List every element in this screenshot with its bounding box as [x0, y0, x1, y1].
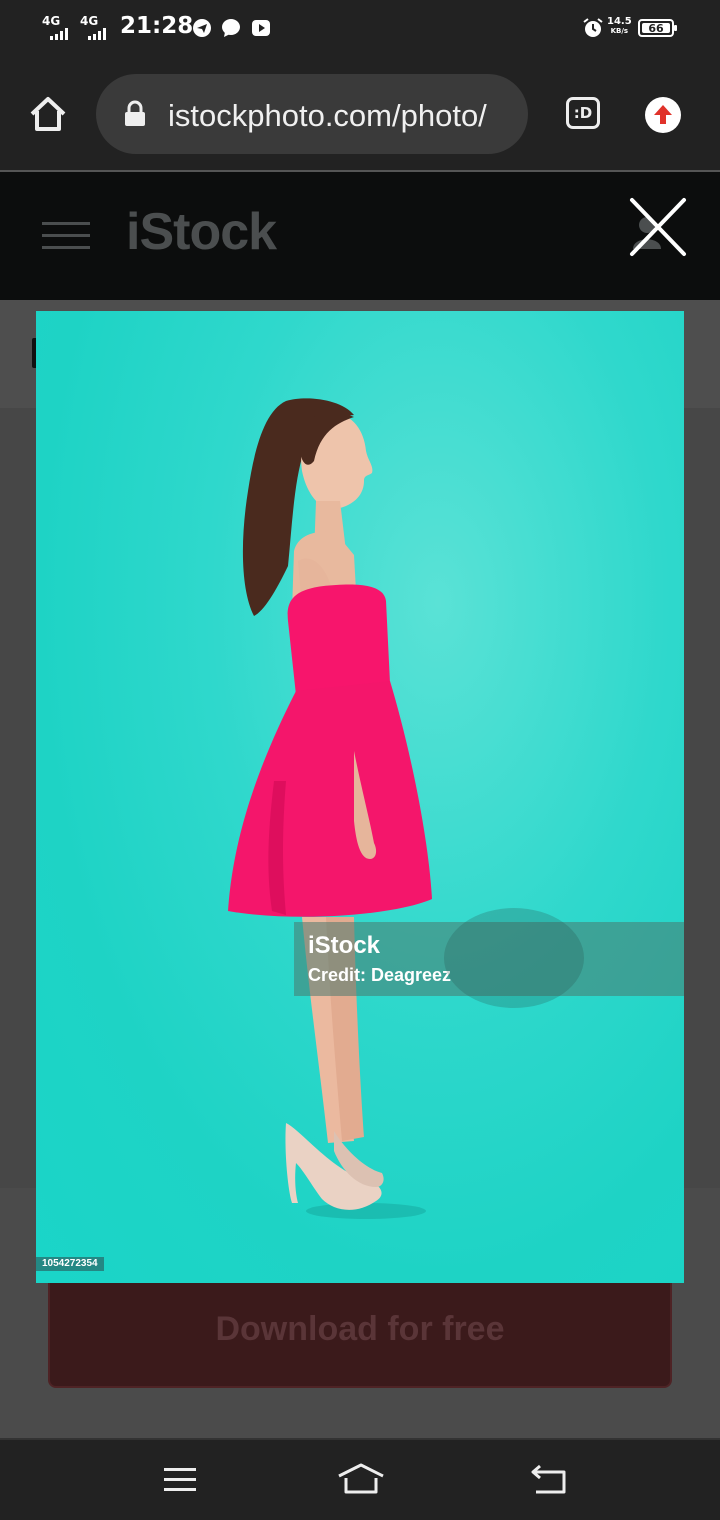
asset-id: 1054272354	[36, 1257, 104, 1271]
signal-icon-1	[50, 28, 68, 40]
download-button[interactable]: Download for free	[48, 1272, 672, 1388]
system-navigation-bar	[0, 1438, 720, 1520]
youtube-icon	[252, 20, 270, 36]
network-indicator-2: 4G	[80, 14, 99, 28]
address-bar[interactable]: istockphoto.com/photo/	[96, 74, 528, 154]
telegram-icon	[193, 19, 211, 37]
signal-icon-2	[88, 28, 106, 40]
close-icon[interactable]	[626, 196, 690, 258]
watermark-logo: iStock	[308, 932, 381, 959]
photo-preview[interactable]: iStock Credit: Deagreez 1054272354	[36, 311, 684, 1283]
download-button-label: Download for free	[215, 1310, 505, 1348]
back-icon[interactable]	[528, 1464, 568, 1496]
watermark-banner: iStock Credit: Deagreez	[294, 908, 684, 1008]
site-header: iStock	[0, 172, 720, 300]
lock-icon	[125, 100, 145, 126]
photo-subject-illustration	[228, 398, 432, 1219]
home-icon[interactable]	[28, 94, 68, 134]
chat-icon	[222, 19, 240, 37]
battery-level: 66	[642, 23, 670, 34]
recent-apps-icon[interactable]	[162, 1466, 198, 1494]
url-text: istockphoto.com/photo/	[168, 98, 487, 133]
network-speed: 14.5 KB/s	[607, 16, 632, 36]
browser-toolbar: istockphoto.com/photo/ :D	[0, 56, 720, 170]
alarm-icon	[583, 18, 603, 37]
clock: 21:28	[120, 13, 194, 39]
home-nav-icon[interactable]	[336, 1462, 386, 1496]
photo-credit: Credit: Deagreez	[308, 965, 452, 985]
arrow-up-icon	[654, 105, 672, 124]
update-button[interactable]	[645, 97, 681, 133]
battery-icon: 66	[638, 19, 677, 37]
hamburger-menu-icon[interactable]	[42, 220, 92, 252]
tab-switcher-button[interactable]: :D	[566, 97, 600, 129]
network-indicator-1: 4G	[42, 14, 61, 28]
status-bar: 4G 4G 21:28 14.5 KB/s 66	[0, 0, 720, 56]
site-logo[interactable]: iStock	[126, 202, 277, 262]
